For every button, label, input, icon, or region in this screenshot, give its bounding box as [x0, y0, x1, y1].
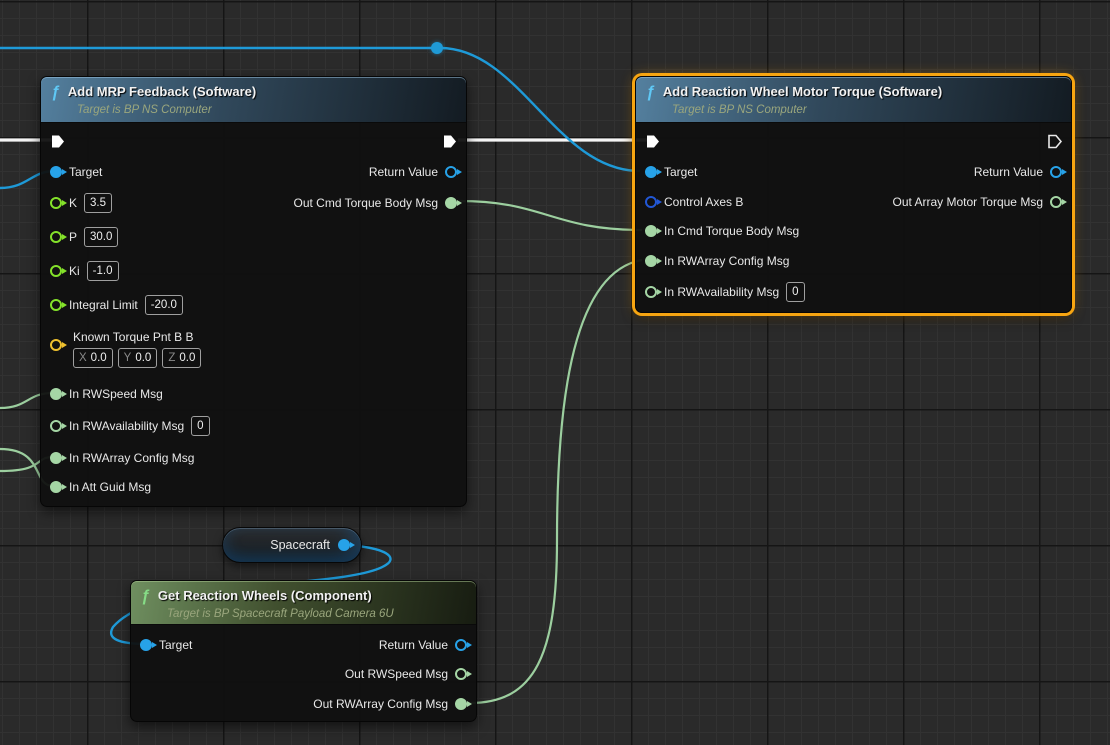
pin-label: Return Value [379, 638, 448, 652]
in-rwspeed-pin[interactable] [50, 388, 62, 400]
node-subtitle: Target is BP Spacecraft Payload Camera 6… [167, 608, 466, 620]
pin-label: Out RWArray Config Msg [313, 697, 448, 711]
pin-label: Target [69, 165, 102, 179]
pin-label: Target [664, 165, 697, 179]
variable-label: Spacecraft [270, 538, 330, 552]
wire-blue-reroute-to-addrw-target [440, 48, 640, 171]
node-header[interactable]: ƒ Add Reaction Wheel Motor Torque (Softwa… [636, 77, 1071, 123]
known-torque-y-input[interactable]: Y0.0 [118, 348, 158, 368]
in-cmd-torque-pin[interactable] [645, 225, 657, 237]
known-torque-z-input[interactable]: Z 0.0 [162, 348, 201, 368]
p-value-input[interactable]: 30.0 [84, 227, 118, 247]
node-spacecraft-variable[interactable]: Spacecraft [222, 527, 362, 563]
pin-label: Return Value [974, 165, 1043, 179]
control-axes-b-pin[interactable] [645, 196, 657, 208]
node-add-mrp-feedback[interactable]: ƒ Add MRP Feedback (Software) Target is B… [40, 76, 467, 507]
exec-out-pin[interactable] [1047, 134, 1062, 149]
node-add-reaction-wheel-motor-torque[interactable]: ƒ Add Reaction Wheel Motor Torque (Softwa… [635, 76, 1072, 313]
pin-label: Out Array Motor Torque Msg [892, 195, 1043, 209]
in-rwavailability-input[interactable]: 0 [786, 282, 804, 302]
pin-label: In RWArray Config Msg [69, 451, 194, 465]
in-rwavailability-input[interactable]: 0 [191, 416, 209, 436]
integral-limit-value-input[interactable]: -20.0 [145, 295, 183, 315]
node-subtitle: Target is BP NS Computer [672, 104, 1061, 116]
exec-out-pin[interactable] [442, 134, 457, 149]
in-rwarray-pin[interactable] [50, 452, 62, 464]
node-header[interactable]: ƒ Get Reaction Wheels (Component) Target … [131, 581, 476, 625]
axis-label: Z [168, 352, 175, 364]
pin-label: Out Cmd Torque Body Msg [293, 196, 438, 210]
target-pin[interactable] [645, 166, 657, 178]
axis-value: 0.0 [91, 352, 107, 364]
pin-label: Control Axes B [664, 195, 743, 209]
reroute-node[interactable] [431, 42, 443, 54]
axis-label: Y [124, 352, 132, 364]
out-array-motor-torque-pin[interactable] [1050, 196, 1062, 208]
pin-label: In Cmd Torque Body Msg [664, 224, 799, 238]
known-torque-x-input[interactable]: X 0.0 [73, 348, 113, 368]
pin-label: Target [159, 638, 192, 652]
return-value-pin[interactable] [1050, 166, 1062, 178]
pin-label: Return Value [369, 165, 438, 179]
function-icon: ƒ [141, 588, 150, 605]
pin-label: Ki [69, 264, 80, 278]
in-rwavailability-pin[interactable] [645, 286, 657, 298]
return-value-pin[interactable] [455, 639, 467, 651]
node-title: Add Reaction Wheel Motor Torque (Softwar… [663, 84, 942, 99]
out-rwspeed-pin[interactable] [455, 668, 467, 680]
target-pin[interactable] [50, 166, 62, 178]
pin-label: In Att Guid Msg [69, 480, 151, 494]
return-value-pin[interactable] [445, 166, 457, 178]
out-cmd-torque-pin[interactable] [445, 197, 457, 209]
in-att-guid-pin[interactable] [50, 481, 62, 493]
wire-mint-outcmd-to-incmd [459, 201, 642, 230]
k-value-input[interactable]: 3.5 [84, 193, 112, 213]
node-title: Add MRP Feedback (Software) [68, 84, 256, 99]
node-get-reaction-wheels[interactable]: ƒ Get Reaction Wheels (Component) Target … [130, 580, 477, 722]
in-rwavailability-pin[interactable] [50, 420, 62, 432]
p-pin[interactable] [50, 231, 62, 243]
exec-in-pin[interactable] [50, 134, 65, 149]
function-icon: ƒ [646, 84, 655, 101]
pin-label: In RWSpeed Msg [69, 387, 163, 401]
blueprint-graph-canvas[interactable]: ƒ Add MRP Feedback (Software) Target is B… [0, 0, 1110, 745]
ki-pin[interactable] [50, 265, 62, 277]
pin-label: K [69, 196, 77, 210]
pin-label: Out RWSpeed Msg [345, 667, 448, 681]
wire-mint-getrw-to-addrw [470, 260, 642, 703]
axis-value: 0.0 [135, 352, 151, 364]
exec-in-pin[interactable] [645, 134, 660, 149]
pin-label: In RWAvailability Msg [69, 419, 184, 433]
integral-limit-pin[interactable] [50, 299, 62, 311]
known-torque-pin[interactable] [50, 339, 62, 351]
in-rwarray-pin[interactable] [645, 255, 657, 267]
out-rwarray-pin[interactable] [455, 698, 467, 710]
node-subtitle: Target is BP NS Computer [77, 104, 456, 116]
ki-value-input[interactable]: -1.0 [87, 261, 119, 281]
target-pin[interactable] [140, 639, 152, 651]
pin-label: Integral Limit [69, 298, 138, 312]
spacecraft-output-pin[interactable] [338, 539, 350, 551]
pin-label: In RWArray Config Msg [664, 254, 789, 268]
axis-value: 0.0 [179, 352, 195, 364]
node-header[interactable]: ƒ Add MRP Feedback (Software) Target is B… [41, 77, 466, 123]
pin-label: In RWAvailability Msg [664, 285, 779, 299]
function-icon: ƒ [51, 84, 60, 101]
pin-label: P [69, 230, 77, 244]
k-pin[interactable] [50, 197, 62, 209]
pin-label: Known Torque Pnt B B [73, 330, 194, 344]
node-title: Get Reaction Wheels (Component) [158, 588, 372, 603]
axis-label: X [79, 352, 87, 364]
